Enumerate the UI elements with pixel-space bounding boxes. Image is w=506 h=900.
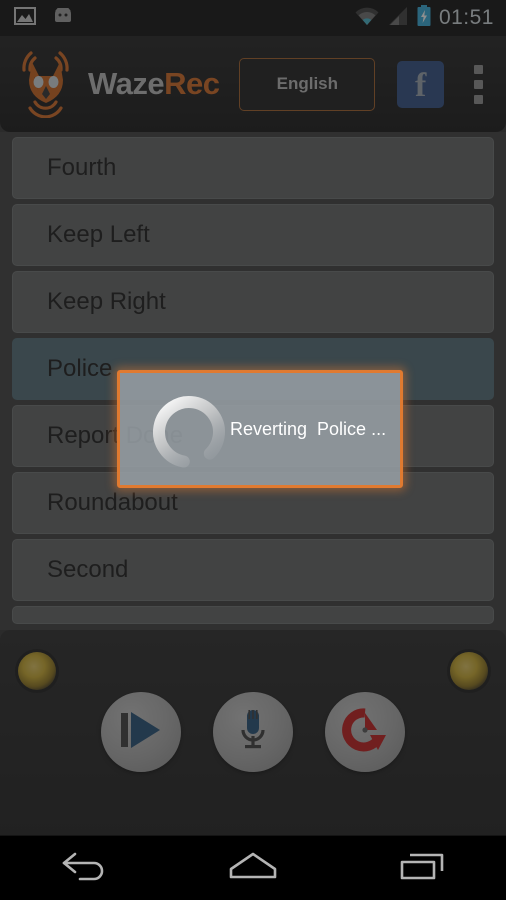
screw-icon	[450, 652, 488, 690]
record-button[interactable]	[213, 692, 293, 772]
gallery-image-icon	[14, 6, 36, 30]
wazerec-fox-logo-icon	[10, 46, 82, 123]
back-arrow-icon	[58, 849, 110, 888]
list-item-label: Keep Right	[47, 288, 166, 315]
microphone-icon	[233, 706, 273, 759]
recents-button[interactable]	[367, 836, 477, 900]
list-item[interactable]: Keep Right	[12, 271, 494, 333]
list-item-label: Keep Left	[47, 221, 150, 248]
status-bar: 01:51	[0, 0, 506, 36]
brand-title: WazeRec	[88, 66, 220, 102]
list-item-label: Fourth	[47, 154, 117, 181]
loading-spinner-icon	[146, 389, 232, 475]
screw-icon	[18, 652, 56, 690]
app-logo: WazeRec	[10, 46, 220, 123]
battery-charging-icon	[416, 4, 432, 32]
recents-icon	[396, 849, 448, 888]
progress-dialog: Reverting Police ...	[117, 370, 403, 488]
android-robot-icon	[50, 5, 76, 29]
phone-screen: 01:51 WazeRec English f Fourth Keep Left…	[0, 0, 506, 900]
status-bar-clock: 01:51	[438, 6, 494, 29]
overflow-dot	[473, 94, 483, 104]
list-item-label: Second	[47, 556, 129, 583]
status-bar-left-icons	[14, 5, 76, 30]
overflow-menu-icon[interactable]	[464, 58, 492, 111]
control-deck	[0, 630, 506, 835]
list-item-partial[interactable]	[12, 606, 494, 624]
list-item-label: Roundabout	[47, 489, 178, 516]
home-button[interactable]	[198, 836, 308, 900]
status-bar-right-icons: 01:51	[354, 4, 494, 32]
revert-button[interactable]	[325, 692, 405, 772]
list-item[interactable]: Fourth	[12, 137, 494, 199]
revert-icon	[342, 707, 388, 758]
play-icon	[117, 708, 165, 757]
app-bar: WazeRec English f	[0, 36, 506, 132]
play-from-start-button[interactable]	[101, 692, 181, 772]
list-item-label: Police	[47, 355, 113, 382]
brand-title-part2: Rec	[164, 66, 220, 101]
overflow-dot	[473, 64, 483, 74]
facebook-button[interactable]: f	[397, 60, 445, 108]
overflow-dot	[473, 79, 483, 89]
list-item[interactable]: Second	[12, 539, 494, 601]
list-item[interactable]: Keep Left	[12, 204, 494, 266]
brand-title-part1: Waze	[88, 66, 165, 101]
facebook-icon: f	[414, 67, 427, 104]
deck-buttons	[0, 692, 506, 772]
wifi-icon	[354, 6, 380, 31]
back-button[interactable]	[29, 836, 139, 900]
android-navigation-bar	[0, 835, 506, 900]
progress-dialog-message: Reverting Police ...	[230, 418, 387, 439]
language-button[interactable]: English	[239, 57, 376, 111]
cellular-signal-icon	[387, 6, 409, 31]
home-icon	[225, 849, 281, 888]
